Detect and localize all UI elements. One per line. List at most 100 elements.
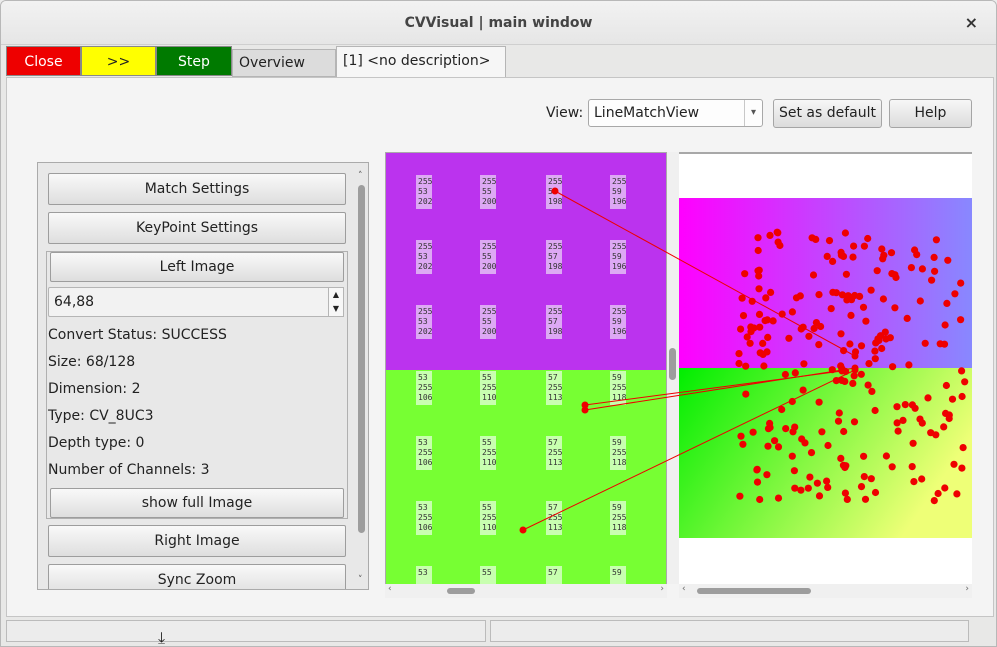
- left-image-view[interactable]: 255 53 202 255 55 200 255 57 198 255 59 196 255 53 202…: [385, 152, 667, 598]
- spin-arrows-icon[interactable]: ▲ ▼: [328, 287, 344, 317]
- pixel-channel-value: 255: [548, 177, 563, 186]
- scroll-right-icon[interactable]: ›: [965, 584, 969, 594]
- pixel-channel-value: 59: [612, 503, 622, 512]
- left-view-vscrollbar[interactable]: [667, 152, 679, 584]
- pixel-channel-value: 255: [482, 448, 497, 457]
- keypoint-dot: [774, 494, 783, 502]
- pixel-channel-value: 57: [548, 373, 558, 382]
- pixel-channel-value: 198: [548, 197, 563, 206]
- keypoint-dot: [798, 435, 806, 443]
- pixel-channel-value: 202: [418, 327, 433, 336]
- left-view-hscroll-thumb[interactable]: [447, 588, 475, 594]
- pixel-channel-value: 106: [418, 458, 433, 467]
- keypoint-dot: [943, 299, 951, 307]
- keypoint-dot: [754, 234, 762, 242]
- pixel-value-label: 57255113: [546, 371, 563, 405]
- keypoint-dot: [791, 423, 799, 431]
- left-view-vscroll-thumb[interactable]: [669, 348, 676, 380]
- left-view-hscrollbar[interactable]: ‹ ›: [385, 584, 667, 598]
- help-button[interactable]: Help: [889, 99, 972, 128]
- step-button[interactable]: Step: [156, 46, 232, 76]
- pixel-channel-value: 59: [612, 317, 622, 326]
- keypoint-dot: [913, 251, 921, 259]
- right-view-hscroll-thumb[interactable]: [697, 588, 811, 594]
- tab-current-call[interactable]: [1] <no description>×: [336, 46, 506, 94]
- pixel-channel-value: 196: [612, 197, 627, 206]
- tab-bar: Close >> Step Overview [1] <no descripti…: [6, 46, 994, 94]
- keypoint-dot: [785, 334, 793, 342]
- window-close-icon[interactable]: ×: [965, 13, 978, 32]
- keypoint-dot: [818, 428, 826, 436]
- zoom-spinbox[interactable]: 64,88 ▲ ▼: [48, 287, 344, 317]
- keypoint-dot: [840, 347, 848, 355]
- keypoint-dot: [774, 443, 783, 451]
- pixel-channel-value: 53: [418, 252, 428, 261]
- pixel-value-label: 53255106: [416, 371, 433, 405]
- scroll-right-icon[interactable]: ›: [660, 584, 664, 594]
- keypoint-dot: [921, 339, 929, 347]
- keypoint-dot: [812, 319, 820, 327]
- keypoint-dot: [864, 381, 872, 389]
- close-button[interactable]: Close: [6, 46, 81, 76]
- pixel-value-label: 57255113: [546, 501, 563, 535]
- keypoint-dot: [841, 489, 849, 497]
- keypoint-dot: [747, 323, 755, 331]
- keypoint-dot: [746, 339, 754, 347]
- pixel-channel-value: 255: [612, 242, 627, 251]
- keypoint-dot: [908, 463, 916, 471]
- keypoint-dot: [957, 316, 965, 324]
- panel-scroll-thumb[interactable]: [358, 185, 365, 533]
- keypoint-dot: [766, 231, 774, 239]
- pixel-channel-value: 53: [418, 503, 428, 512]
- keypoint-dot: [742, 390, 750, 398]
- keypoint-dot: [842, 367, 850, 376]
- scroll-down-icon[interactable]: ˅: [358, 575, 363, 585]
- keypoint-dot: [799, 386, 807, 394]
- keypoint-dot: [856, 292, 864, 300]
- pixel-channel-value: 255: [548, 242, 563, 251]
- show-full-image-button[interactable]: show full Image: [50, 488, 344, 518]
- tab-overview[interactable]: Overview: [232, 49, 336, 77]
- keypoint-dot: [918, 265, 926, 273]
- right-view-hscrollbar[interactable]: ‹ ›: [679, 584, 972, 598]
- keypoint-dot: [756, 349, 764, 357]
- keypoint-dot: [837, 454, 845, 462]
- pixel-channel-value: 53: [418, 373, 428, 382]
- pixel-channel-value: 53: [418, 187, 428, 196]
- keypoint-dot: [918, 475, 926, 483]
- pixel-channel-value: 57: [548, 568, 558, 577]
- keypoint-settings-button[interactable]: KeyPoint Settings: [48, 212, 346, 244]
- keypoint-dot: [743, 333, 751, 341]
- keypoint-dot: [857, 342, 866, 350]
- pixel-channel-value: 113: [548, 393, 563, 402]
- scroll-left-icon[interactable]: ‹: [682, 584, 686, 594]
- pixel-channel-value: 255: [548, 307, 563, 316]
- keypoint-dot: [832, 289, 840, 297]
- view-select[interactable]: LineMatchView ▾: [588, 99, 763, 127]
- pixel-channel-value: 53: [418, 317, 428, 326]
- scroll-up-icon[interactable]: ˄: [358, 171, 363, 181]
- set-as-default-button[interactable]: Set as default: [773, 99, 882, 128]
- right-image-button[interactable]: Right Image: [48, 525, 346, 557]
- match-settings-button[interactable]: Match Settings: [48, 173, 346, 205]
- pixel-channel-value: 200: [482, 327, 497, 336]
- left-image-button[interactable]: Left Image: [50, 252, 344, 282]
- pixel-channel-value: 200: [482, 262, 497, 271]
- keypoint-dot: [735, 350, 743, 358]
- keypoint-dot: [871, 355, 879, 363]
- keypoint-dot: [857, 483, 866, 491]
- pixel-value-label: 53255106: [416, 501, 433, 535]
- zoom-value: 64,88: [54, 294, 95, 310]
- right-image-view[interactable]: [679, 152, 972, 598]
- keypoint-dot: [753, 466, 761, 474]
- scroll-left-icon[interactable]: ‹: [388, 584, 392, 594]
- keypoint-dot: [797, 486, 805, 494]
- fast-forward-button[interactable]: >>: [81, 46, 156, 76]
- keypoint-dot: [851, 348, 860, 356]
- keypoint-dot: [799, 323, 807, 331]
- keypoint-dot: [892, 273, 900, 282]
- sync-zoom-button[interactable]: Sync Zoom: [48, 564, 346, 589]
- pixel-value-label: 55255110: [480, 501, 497, 535]
- keypoint-dot: [774, 238, 782, 246]
- panel-scrollbar[interactable]: ˄ ˅: [356, 171, 368, 589]
